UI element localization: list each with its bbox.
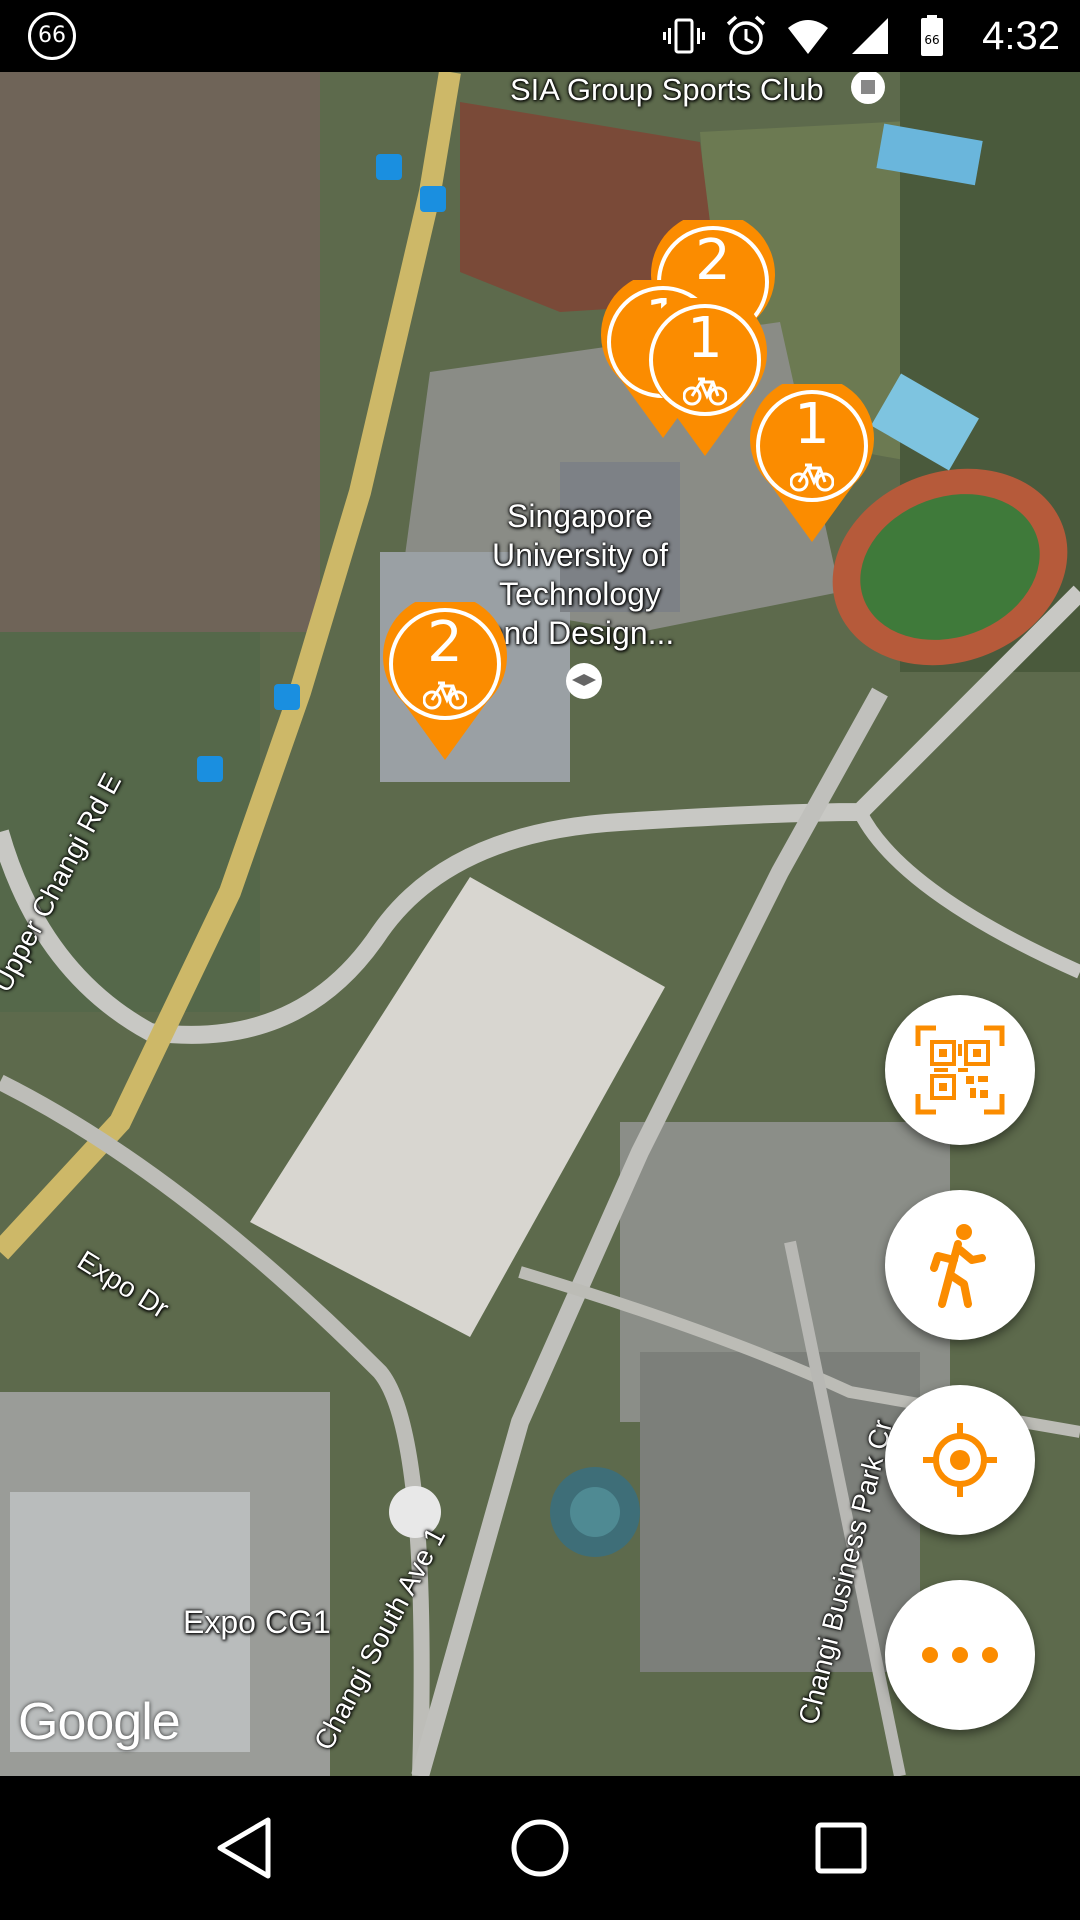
walking-person-icon [930, 1224, 986, 1308]
recents-icon[interactable] [815, 1822, 867, 1874]
pin-count: 1 [687, 306, 723, 371]
battery-icon: 66 [921, 15, 944, 56]
home-icon[interactable] [510, 1818, 570, 1878]
alarm-icon [726, 15, 766, 55]
bicycle-icon [790, 463, 834, 492]
google-logo: Google [18, 1693, 181, 1751]
sia-sports-club-label[interactable]: SIA Group Sports Club [510, 72, 824, 108]
cell-signal-icon [852, 18, 889, 54]
navigation-bar [0, 1776, 1080, 1920]
satellite-map[interactable]: SIA Group Sports Club Singapore Universi… [0, 72, 1080, 1776]
pin-count: 2 [427, 610, 463, 675]
my-location-button[interactable] [885, 1385, 1035, 1535]
my-location-icon [923, 1423, 997, 1497]
bike-pin[interactable]: 1 [643, 290, 767, 458]
expo-cg1-label: Expo CG1 [183, 1604, 331, 1640]
clock: 4:32 [982, 13, 1060, 58]
more-icon [922, 1647, 998, 1663]
bicycle-icon [423, 681, 467, 710]
bike-pin[interactable]: 2 [383, 594, 507, 762]
back-icon[interactable] [214, 1816, 272, 1880]
qr-scan-icon [915, 1025, 1005, 1115]
bicycle-icon [683, 377, 727, 406]
notification-badge: 66 [28, 12, 76, 60]
pin-count: 1 [794, 392, 830, 457]
vibrate-icon [663, 18, 706, 54]
bike-pin[interactable]: 1 [750, 376, 874, 544]
status-bar: 66 66 4:32 [0, 0, 1080, 72]
walking-mode-button[interactable] [885, 1190, 1035, 1340]
battery-level-text: 66 [925, 33, 940, 47]
wifi-icon [788, 20, 829, 54]
scan-qr-button[interactable] [885, 995, 1035, 1145]
more-options-button[interactable] [885, 1580, 1035, 1730]
status-icons: 66 4:32 [662, 0, 1060, 72]
